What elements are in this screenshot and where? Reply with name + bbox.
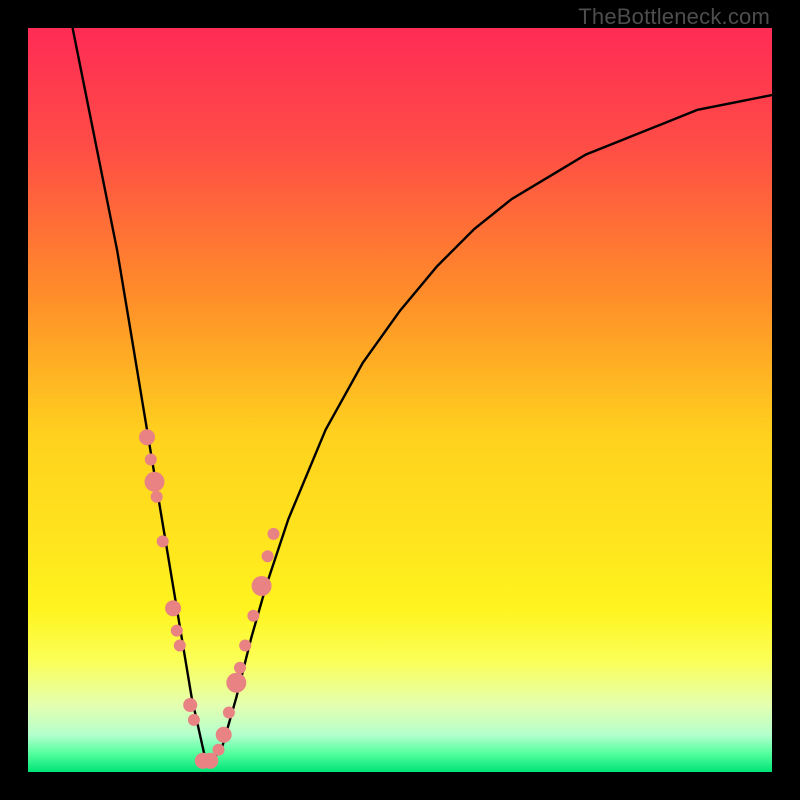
- marker-point: [174, 640, 186, 652]
- marker-point: [145, 454, 157, 466]
- marker-point: [213, 744, 225, 756]
- curve-layer: [28, 28, 772, 772]
- marker-point: [247, 610, 259, 622]
- marker-point: [165, 600, 181, 616]
- marker-point: [202, 753, 218, 769]
- marker-point: [268, 528, 280, 540]
- marker-point: [239, 640, 251, 652]
- marker-point: [139, 429, 155, 445]
- marker-point: [262, 550, 274, 562]
- plot-area: [28, 28, 772, 772]
- marker-point: [183, 698, 197, 712]
- chart-frame: TheBottleneck.com: [0, 0, 800, 800]
- watermark-text: TheBottleneck.com: [578, 4, 770, 30]
- marker-group: [139, 429, 280, 769]
- marker-point: [157, 535, 169, 547]
- marker-point: [188, 714, 200, 726]
- marker-point: [145, 472, 165, 492]
- marker-point: [252, 576, 272, 596]
- marker-point: [226, 673, 246, 693]
- marker-point: [234, 662, 246, 674]
- marker-point: [216, 727, 232, 743]
- bottleneck-curve: [73, 28, 772, 765]
- marker-point: [171, 625, 183, 637]
- marker-point: [151, 491, 163, 503]
- marker-point: [223, 707, 235, 719]
